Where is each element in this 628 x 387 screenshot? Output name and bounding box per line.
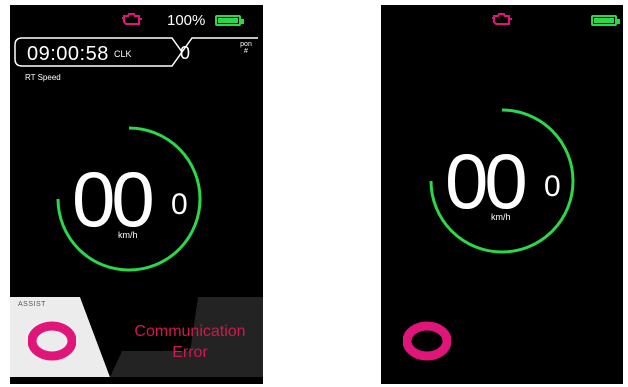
engine-icon — [492, 13, 512, 25]
speed-decimal: 0 — [171, 188, 188, 221]
display-screen-left: 100% 09:00:58 CLK 0 pon # RT Speed 00 0 … — [10, 5, 263, 384]
counter-value: 0 — [180, 43, 191, 63]
speed-unit: km/h — [491, 212, 511, 222]
speed-value: 00 — [445, 137, 528, 225]
battery-icon — [591, 15, 620, 26]
engine-icon — [122, 13, 142, 25]
communication-error: Communication Error — [134, 323, 246, 361]
speed-unit: km/h — [118, 230, 138, 240]
assist-level-0 — [28, 321, 76, 361]
display-screen-right: 00 0 km/h — [381, 5, 623, 384]
clock-value: 09:00:58 — [27, 43, 109, 65]
counter-unit: pon # — [240, 41, 252, 55]
speed-mode-label: RT Speed — [25, 73, 61, 82]
assist-level-0 — [403, 321, 451, 361]
assist-label: ASSIST — [18, 301, 46, 308]
speed-value: 00 — [72, 155, 155, 243]
clock-unit: CLK — [114, 49, 132, 59]
battery-icon — [215, 15, 244, 26]
battery-percent: 100% — [167, 12, 206, 29]
speed-decimal: 0 — [544, 170, 561, 203]
